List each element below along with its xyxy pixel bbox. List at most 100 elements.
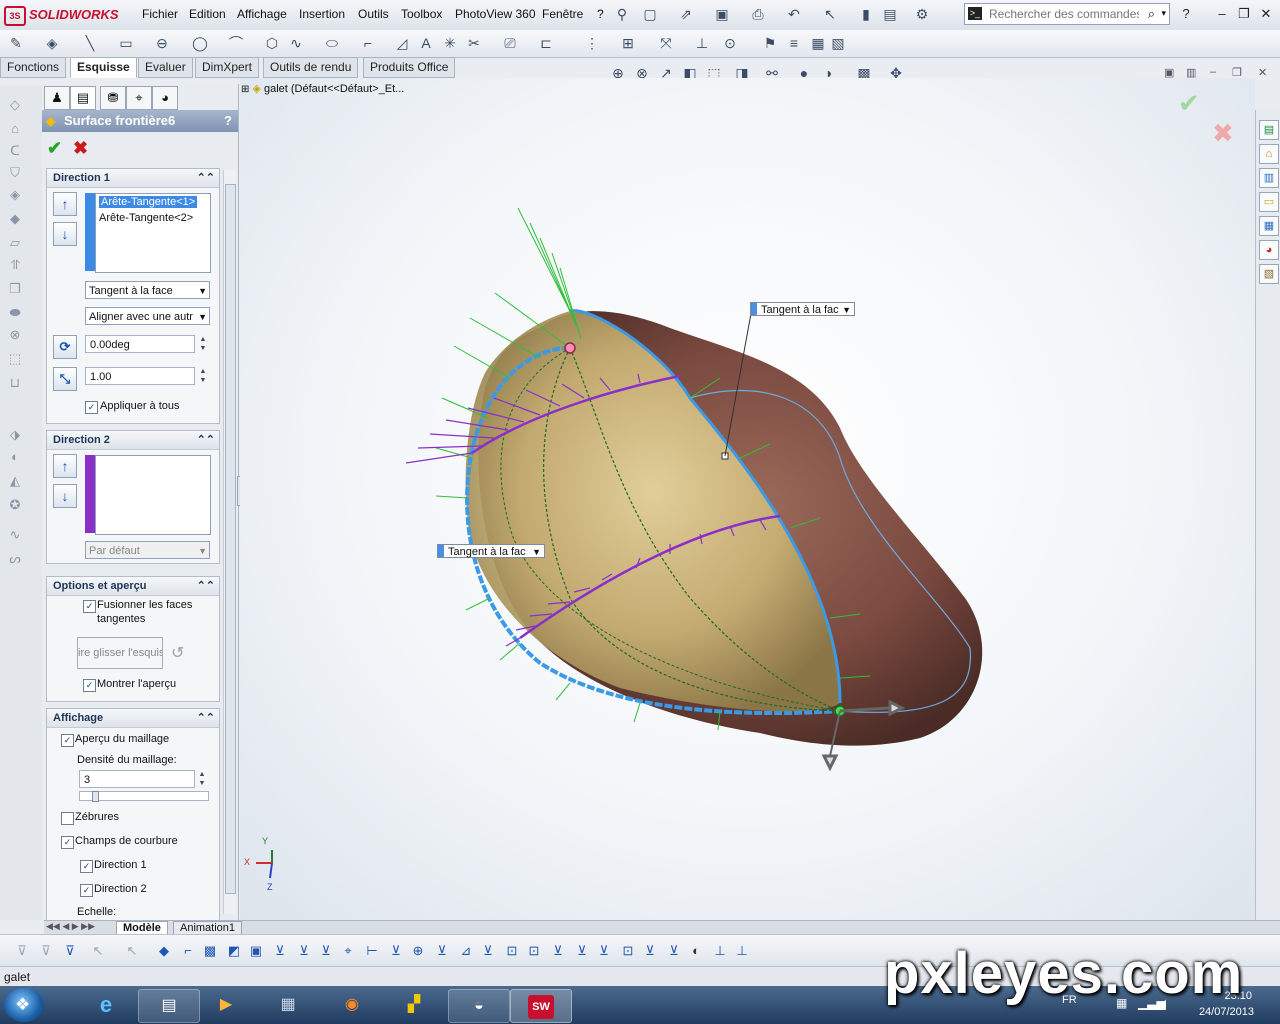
tab-esquisse[interactable]: Esquisse	[70, 57, 137, 78]
solidworks-logo[interactable]: 3S SOLIDWORKS	[4, 4, 124, 26]
curvature-combs-checkbox[interactable]: ✓	[61, 836, 74, 849]
slot-icon[interactable]: ⊖	[154, 35, 170, 51]
draft-angle-input[interactable]: 0.00deg	[85, 335, 195, 353]
viewport-tile-icon[interactable]: ▣	[1164, 66, 1174, 79]
filter-weld-icon[interactable]: ⊻	[574, 943, 590, 959]
home-icon[interactable]: ⌂	[1259, 144, 1279, 164]
filter-faces-icon[interactable]: ▩	[202, 943, 218, 959]
filter-coords-icon[interactable]: ⌖	[340, 943, 356, 959]
boundary-icon[interactable]: ◈	[6, 186, 24, 204]
graphics-viewport[interactable]: Y X Z Tangent à la fac ▼ Tangent à la fac…	[240, 78, 1255, 920]
filter-points-icon[interactable]: ⊻	[318, 943, 334, 959]
tab-dimxpert[interactable]: DimXpert	[195, 57, 260, 78]
extrude-icon[interactable]: ◇	[6, 96, 24, 114]
chevron-down-icon[interactable]: ▼	[532, 545, 541, 559]
confirm-cancel-icon[interactable]: ✖	[1212, 118, 1234, 149]
display-header[interactable]: Affichage ⌃⌃	[47, 709, 219, 728]
text-icon[interactable]: A	[418, 35, 434, 51]
filter-axes-icon[interactable]: ⊻	[272, 943, 288, 959]
sweep-icon[interactable]: ᑕ	[6, 142, 24, 160]
filter-cosmetic-thread-icon[interactable]: ⊡	[620, 943, 636, 959]
alignment-select[interactable]: Aligner avec une autr ▼	[85, 307, 210, 325]
restore-icon[interactable]: ❐	[1234, 5, 1254, 23]
filter-dowel-icon[interactable]: ⊻	[666, 943, 682, 959]
filter-centermark-icon[interactable]: ◐	[688, 943, 704, 959]
thicken-icon[interactable]: ⊔	[6, 374, 24, 392]
pm-help-button[interactable]: ?	[224, 110, 232, 132]
fillet-icon[interactable]: ⌐	[360, 35, 376, 51]
menu-edition[interactable]: Edition	[189, 7, 226, 21]
open-icon[interactable]: ⇗	[678, 6, 694, 22]
filter-surface-bodies-icon[interactable]: ◩	[226, 943, 242, 959]
dimxpert-tab-icon[interactable]: ⌖	[126, 86, 152, 110]
revolve-icon[interactable]: ⌂	[6, 120, 24, 138]
tangent-length-input[interactable]: 1.00	[85, 367, 195, 385]
rebuild-icon[interactable]: ▮	[858, 6, 874, 22]
drag-sketch-button[interactable]: ire glisser l'esquis	[77, 637, 163, 669]
length-spinner-icon[interactable]: ▲ ▼	[198, 367, 208, 385]
chevron-down-icon[interactable]: ▼	[842, 303, 851, 317]
tree-root-label[interactable]: galet (Défaut<<Défaut>_Et...	[264, 83, 404, 95]
filter-vertices-icon[interactable]: ◆	[156, 943, 172, 959]
gimp-icon[interactable]: ◒	[448, 989, 510, 1023]
zebra-checkbox[interactable]	[61, 812, 74, 825]
custom-properties-icon[interactable]: ▧	[1259, 264, 1279, 284]
new-doc-icon[interactable]: ▢	[642, 6, 658, 22]
command-search[interactable]: >_ ⌕ ▾	[964, 3, 1170, 25]
extend-icon[interactable]: ⬬	[6, 304, 24, 322]
appearances-icon[interactable]: ◕	[1259, 240, 1279, 260]
viewport-minimize-icon[interactable]: –	[1210, 66, 1216, 78]
calculator-icon[interactable]: ▦	[258, 989, 318, 1021]
menu-fenetre[interactable]: Fenêtre	[542, 7, 583, 21]
filter-datum-icon[interactable]: ⊡	[526, 943, 542, 959]
fill-icon[interactable]: ❐	[6, 280, 24, 298]
mesh-density-input[interactable]: 3	[79, 770, 195, 788]
filter-dimensions-icon[interactable]: ⊿	[458, 943, 474, 959]
filter-all-icon[interactable]: ⊽	[62, 943, 78, 959]
filter-clear-icon[interactable]: ⊽	[38, 943, 54, 959]
knit-icon[interactable]: ⬚	[6, 350, 24, 368]
file-explorer-icon[interactable]: ▭	[1259, 192, 1279, 212]
tab-nav-arrows-icon[interactable]: ◀◀ ◀ ▶ ▶▶	[46, 921, 95, 932]
ok-check-icon[interactable]: ✔	[47, 138, 62, 159]
curves-icon[interactable]: ∿	[6, 526, 24, 544]
pattern-icon[interactable]: ⊞	[620, 35, 636, 51]
search-icon[interactable]: ⌕	[1148, 6, 1155, 22]
circle-icon[interactable]: ◯	[192, 35, 208, 51]
chamfer-icon[interactable]: ◿	[394, 35, 410, 51]
reference-icon[interactable]: ᔕ	[6, 550, 24, 568]
quick-snaps-icon[interactable]: ⚑	[762, 35, 778, 51]
expand-icon[interactable]: ⊞	[241, 84, 249, 95]
select-pointer-icon[interactable]: ↖	[90, 943, 106, 959]
configuration-tab-icon[interactable]: ⛃	[100, 86, 126, 110]
filter-toggle-icon[interactable]: ⊽	[14, 943, 30, 959]
rectangle-icon[interactable]: ▭	[118, 35, 134, 51]
menu-affichage[interactable]: Affichage	[237, 7, 287, 21]
filter-datum-target-icon[interactable]: ⊻	[596, 943, 612, 959]
delete-face-icon[interactable]: ⊗	[6, 326, 24, 344]
polygon-icon[interactable]: ⬡	[264, 35, 280, 51]
sketch-picture-icon[interactable]: ▦	[810, 35, 826, 51]
direction-1-header[interactable]: Direction 1 ⌃⌃	[47, 169, 219, 188]
apply-all-checkbox[interactable]: ✓	[85, 401, 98, 414]
viewport-restore-icon[interactable]: ❐	[1232, 66, 1242, 79]
filter-solid-bodies-icon[interactable]: ▣	[248, 943, 264, 959]
tab-produits-office[interactable]: Produits Office	[363, 57, 456, 78]
filter-edges-icon[interactable]: ⌐	[180, 943, 196, 959]
mirror-feature-icon[interactable]: ⬗	[6, 426, 24, 444]
direction-2-tangency-select[interactable]: Par défaut ▼	[85, 541, 210, 559]
spline-icon[interactable]: ∿	[288, 35, 304, 51]
trim-surface-icon[interactable]: ◭	[6, 472, 24, 490]
save-icon[interactable]: ▣	[714, 6, 730, 22]
filter-routing-points-icon[interactable]: ⊥	[734, 943, 750, 959]
line-icon[interactable]: ╲	[82, 35, 98, 51]
options-header[interactable]: Options et aperçu ⌃⌃	[47, 577, 219, 596]
explorer-icon[interactable]: ▤	[138, 989, 200, 1023]
boundary-vertex-top[interactable]	[564, 342, 576, 354]
collapse-chevron-icon[interactable]: ⌃⌃	[197, 709, 215, 727]
firefox-icon[interactable]: ◉	[322, 989, 382, 1021]
print-icon[interactable]: ⎙	[750, 6, 766, 22]
menu-fichier[interactable]: Fichier	[142, 7, 178, 21]
list-item[interactable]: Arête-Tangente<2>	[99, 212, 193, 224]
fillet-feature-icon[interactable]: ◐	[6, 448, 24, 466]
